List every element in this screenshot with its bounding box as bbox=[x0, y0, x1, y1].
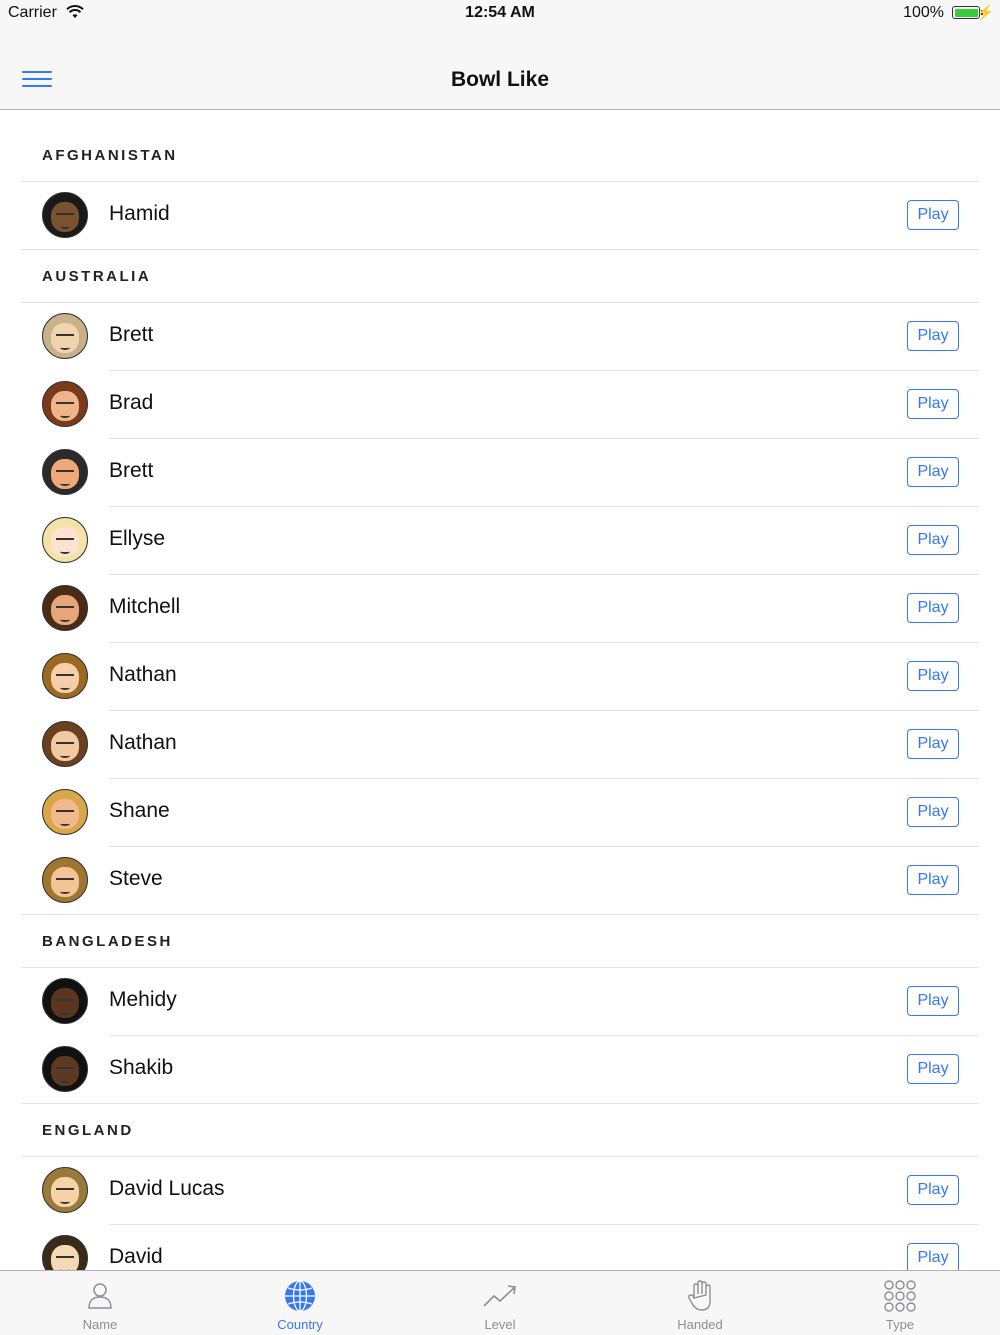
play-button[interactable]: Play bbox=[907, 1243, 959, 1270]
person-icon bbox=[88, 1283, 112, 1309]
avatar bbox=[42, 1235, 88, 1270]
section-afghanistan: AFGHANISTAN Hamid Play bbox=[0, 110, 1000, 250]
player-row[interactable]: Nathan Play bbox=[42, 643, 979, 711]
player-name: David bbox=[109, 1245, 163, 1268]
tab-type[interactable]: Type bbox=[800, 1271, 1000, 1335]
player-row[interactable]: Brett Play bbox=[42, 303, 979, 371]
navigation-bar: Bowl Like bbox=[0, 28, 1000, 110]
avatar bbox=[42, 789, 88, 835]
status-time: 12:54 AM bbox=[465, 4, 535, 21]
tab-label-level: Level bbox=[484, 1317, 516, 1332]
section-bangladesh: BANGLADESH Mehidy Play Shakib Play bbox=[0, 915, 1000, 1104]
grid-icon bbox=[884, 1280, 916, 1312]
avatar bbox=[42, 517, 88, 563]
player-row[interactable]: Nathan Play bbox=[42, 711, 979, 779]
globe-icon bbox=[285, 1280, 315, 1312]
section-header: AFGHANISTAN bbox=[21, 110, 979, 182]
tab-bar: Name Country Level Handed Type bbox=[0, 1270, 1000, 1335]
play-button[interactable]: Play bbox=[907, 986, 959, 1016]
section-header-label: AFGHANISTAN bbox=[42, 147, 178, 164]
tab-handed[interactable]: Handed bbox=[600, 1271, 800, 1335]
player-row[interactable]: Steve Play bbox=[21, 847, 979, 915]
player-row[interactable]: Mehidy Play bbox=[42, 968, 979, 1036]
avatar bbox=[42, 313, 88, 359]
player-row[interactable]: Ellyse Play bbox=[42, 507, 979, 575]
avatar bbox=[42, 721, 88, 767]
avatar bbox=[42, 1046, 88, 1092]
play-button[interactable]: Play bbox=[907, 797, 959, 827]
player-name: Shakib bbox=[109, 1056, 174, 1079]
player-name: Nathan bbox=[109, 731, 177, 754]
player-name: Mehidy bbox=[109, 988, 177, 1011]
play-button[interactable]: Play bbox=[907, 200, 959, 230]
tab-name[interactable]: Name bbox=[0, 1271, 200, 1335]
section-header: BANGLADESH bbox=[21, 915, 979, 968]
player-row[interactable]: David Play bbox=[21, 1225, 979, 1270]
play-button[interactable]: Play bbox=[907, 457, 959, 487]
avatar bbox=[42, 585, 88, 631]
player-row[interactable]: David Lucas Play bbox=[42, 1157, 979, 1225]
trend-icon bbox=[483, 1285, 516, 1307]
tab-country[interactable]: Country bbox=[200, 1271, 400, 1335]
avatar bbox=[42, 1167, 88, 1213]
charging-bolt-icon: ⚡ bbox=[976, 4, 994, 20]
player-name: Brett bbox=[109, 459, 154, 482]
section-header-label: BANGLADESH bbox=[42, 933, 173, 950]
player-row[interactable]: Hamid Play bbox=[21, 182, 979, 250]
tab-label-type: Type bbox=[885, 1317, 915, 1332]
avatar bbox=[42, 449, 88, 495]
player-row[interactable]: Mitchell Play bbox=[42, 575, 979, 643]
section-header-label: ENGLAND bbox=[42, 1122, 134, 1139]
avatar bbox=[42, 192, 88, 238]
player-row[interactable]: Shakib Play bbox=[21, 1036, 979, 1104]
player-list[interactable]: AFGHANISTAN Hamid Play AUSTRALIA Brett Play Br… bbox=[0, 110, 1000, 1270]
play-button[interactable]: Play bbox=[907, 661, 959, 691]
player-name: David Lucas bbox=[109, 1177, 225, 1200]
avatar bbox=[42, 978, 88, 1024]
play-button[interactable]: Play bbox=[907, 525, 959, 555]
tab-level[interactable]: Level bbox=[400, 1271, 600, 1335]
player-name: Mitchell bbox=[109, 595, 181, 618]
status-bar: Carrier 12:54 AM 100% ⚡ bbox=[0, 0, 1000, 28]
section-australia: AUSTRALIA Brett Play Brad Play Brett Play Ellys… bbox=[0, 250, 1000, 915]
tab-label-name: Name bbox=[82, 1317, 118, 1332]
player-row[interactable]: Brett Play bbox=[42, 439, 979, 507]
tab-label-country: Country bbox=[277, 1317, 323, 1332]
section-header-label: AUSTRALIA bbox=[42, 268, 152, 285]
play-button[interactable]: Play bbox=[907, 1054, 959, 1084]
play-button[interactable]: Play bbox=[907, 865, 959, 895]
play-button[interactable]: Play bbox=[907, 1175, 959, 1205]
avatar bbox=[42, 857, 88, 903]
play-button[interactable]: Play bbox=[907, 321, 959, 351]
play-button[interactable]: Play bbox=[907, 389, 959, 419]
tab-label-handed: Handed bbox=[677, 1317, 723, 1332]
player-row[interactable]: Brad Play bbox=[42, 371, 979, 439]
player-name: Ellyse bbox=[109, 527, 166, 550]
player-name: Brad bbox=[109, 391, 154, 414]
hand-icon bbox=[688, 1280, 711, 1311]
player-name: Shane bbox=[109, 799, 170, 822]
avatar bbox=[42, 381, 88, 427]
section-england: ENGLAND David Lucas Play David Play bbox=[0, 1104, 1000, 1270]
player-name: Brett bbox=[109, 323, 154, 346]
section-header: ENGLAND bbox=[21, 1104, 979, 1157]
player-name: Hamid bbox=[109, 202, 170, 225]
battery-percentage: 100% bbox=[903, 4, 944, 21]
section-header: AUSTRALIA bbox=[21, 250, 979, 303]
play-button[interactable]: Play bbox=[907, 729, 959, 759]
page-title: Bowl Like bbox=[450, 68, 550, 91]
play-button[interactable]: Play bbox=[907, 593, 959, 623]
avatar bbox=[42, 653, 88, 699]
player-name: Nathan bbox=[109, 663, 177, 686]
player-row[interactable]: Shane Play bbox=[42, 779, 979, 847]
player-name: Steve bbox=[109, 867, 163, 890]
